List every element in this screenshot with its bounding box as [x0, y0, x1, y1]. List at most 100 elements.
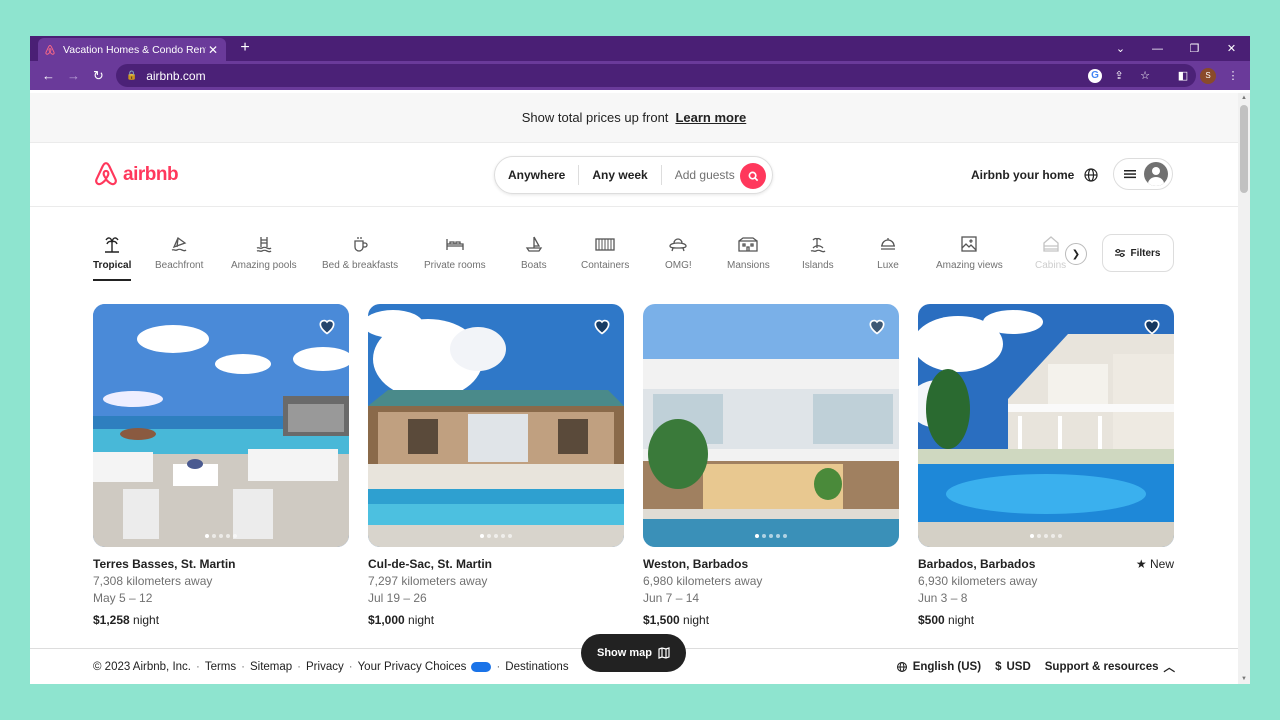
listing-card[interactable]: Weston, Barbados 6,980 kilometers away J…: [643, 304, 899, 627]
category-label: Private rooms: [424, 260, 486, 271]
side-panel-icon[interactable]: ◧: [1172, 65, 1194, 87]
listing-photo[interactable]: [918, 304, 1174, 547]
airbnb-logo[interactable]: airbnb: [93, 161, 179, 189]
globe-icon: [896, 661, 907, 672]
url-text: airbnb.com: [146, 68, 206, 83]
category-mansions[interactable]: Mansions: [727, 233, 770, 271]
category-bar: Tropical Beachfront Amazing pools Bed & …: [30, 207, 1238, 297]
minimize-icon[interactable]: —: [1139, 36, 1176, 61]
browser-tab[interactable]: Vacation Homes & Condo Rentals ✕: [38, 38, 226, 61]
tab-search-icon[interactable]: ⌄: [1102, 36, 1139, 61]
scrollbar-thumb[interactable]: [1240, 105, 1248, 193]
scroll-down-icon[interactable]: ▼: [1238, 676, 1250, 682]
listing-photo[interactable]: [368, 304, 624, 547]
share-icon[interactable]: ⇪: [1110, 67, 1128, 85]
footer-link-privacy-choices[interactable]: Your Privacy Choices: [358, 661, 467, 673]
filters-label: Filters: [1130, 247, 1161, 259]
listing-distance: 6,930 kilometers away: [918, 574, 1038, 588]
sliders-icon: [1115, 249, 1126, 257]
footer-link-sitemap[interactable]: Sitemap: [250, 661, 292, 673]
category-bed-breakfasts[interactable]: Bed & breakfasts: [322, 233, 398, 271]
category-boats[interactable]: Boats: [521, 233, 547, 271]
listing-card[interactable]: Barbados, Barbados ★ New 6,930 kilometers…: [918, 304, 1174, 627]
category-amazing-views[interactable]: Amazing views: [936, 233, 1003, 271]
new-tab-icon[interactable]: +: [236, 39, 254, 57]
modern-villa-photo: [643, 304, 899, 547]
listing-photo[interactable]: [643, 304, 899, 547]
footer-link-destinations[interactable]: Destinations: [505, 661, 568, 673]
listing-grid: Terres Basses, St. Martin 7,308 kilomete…: [30, 297, 1238, 637]
browser-menu-icon[interactable]: ⋮: [1222, 65, 1244, 87]
reload-icon[interactable]: ↻: [86, 63, 111, 88]
search-button[interactable]: [740, 163, 766, 189]
profile-avatar[interactable]: S: [1200, 67, 1216, 84]
back-icon[interactable]: ←: [36, 63, 61, 88]
google-icon[interactable]: G: [1088, 68, 1102, 83]
category-label: Islands: [802, 260, 834, 271]
learn-more-link[interactable]: Learn more: [675, 110, 746, 125]
support-button[interactable]: Support & resources ︿: [1045, 659, 1175, 675]
listing-photo[interactable]: [93, 304, 349, 547]
heart-icon[interactable]: [867, 316, 887, 336]
listing-price: $1,500: [643, 613, 680, 627]
search-bar[interactable]: Anywhere Any week Add guests: [494, 156, 773, 194]
listing-location: Barbados, Barbados: [918, 557, 1036, 571]
close-window-icon[interactable]: ✕: [1213, 36, 1250, 61]
search-when[interactable]: Any week: [579, 168, 660, 182]
category-omg[interactable]: OMG!: [665, 233, 692, 271]
globe-icon[interactable]: [1083, 167, 1099, 183]
listing-card[interactable]: Cul-de-Sac, St. Martin 7,297 kilometers …: [368, 304, 624, 627]
listing-distance: 6,980 kilometers away: [643, 574, 763, 588]
chevron-right-icon[interactable]: ❯: [1065, 243, 1087, 265]
scrollbar[interactable]: ▲ ▼: [1238, 93, 1250, 684]
category-cabins[interactable]: Cabins: [1035, 233, 1066, 271]
user-avatar-icon: [1144, 162, 1168, 186]
cabin-icon: [1040, 233, 1062, 255]
search-who[interactable]: Add guests: [662, 168, 748, 182]
language-button[interactable]: English (US): [896, 661, 981, 673]
map-icon: [658, 647, 670, 659]
price-unit: night: [133, 613, 160, 627]
footer-link-terms[interactable]: Terms: [205, 661, 236, 673]
carousel-dots: [205, 534, 237, 538]
listing-price: $1,000: [368, 613, 405, 627]
filters-button[interactable]: Filters: [1102, 234, 1174, 272]
user-menu-button[interactable]: [1113, 158, 1173, 190]
bed-icon: [444, 233, 466, 255]
listing-dates: Jun 3 – 8: [918, 591, 968, 605]
maximize-icon[interactable]: ❐: [1176, 36, 1213, 61]
close-tab-icon[interactable]: ✕: [206, 43, 220, 57]
listing-card[interactable]: Terres Basses, St. Martin 7,308 kilomete…: [93, 304, 349, 627]
category-islands[interactable]: Islands: [802, 233, 834, 271]
listing-distance: 7,297 kilometers away: [368, 574, 488, 588]
category-luxe[interactable]: Luxe: [877, 233, 899, 271]
category-tropical[interactable]: Tropical: [93, 233, 132, 281]
show-map-button[interactable]: Show map: [581, 634, 686, 672]
category-label: OMG!: [665, 260, 692, 271]
category-label: Bed & breakfasts: [322, 260, 399, 271]
currency-label: USD: [1006, 660, 1031, 673]
host-link[interactable]: Airbnb your home: [971, 168, 1074, 182]
category-beachfront[interactable]: Beachfront: [155, 233, 203, 271]
category-label: Mansions: [727, 260, 770, 271]
heart-icon[interactable]: [592, 316, 612, 336]
heart-icon[interactable]: [317, 316, 337, 336]
heart-icon[interactable]: [1142, 316, 1162, 336]
category-containers[interactable]: Containers: [581, 233, 629, 271]
bookmark-star-icon[interactable]: ☆: [1136, 67, 1154, 85]
airbnb-favicon-icon: [44, 44, 56, 56]
listing-dates: Jun 7 – 14: [643, 591, 700, 605]
currency-button[interactable]: $ USD: [995, 661, 1031, 673]
island-icon: [807, 233, 829, 255]
category-label: Cabins: [1035, 260, 1067, 271]
search-where[interactable]: Anywhere: [495, 168, 578, 182]
forward-icon[interactable]: →: [61, 63, 86, 88]
category-label: Boats: [521, 260, 547, 271]
scroll-up-icon[interactable]: ▲: [1238, 95, 1250, 101]
address-bar[interactable]: 🔒 airbnb.com: [116, 64, 1196, 87]
banner-text: Show total prices up front: [521, 110, 669, 125]
category-private-rooms[interactable]: Private rooms: [424, 233, 486, 271]
airbnb-logo-icon: [95, 162, 117, 186]
footer-link-privacy[interactable]: Privacy: [306, 661, 344, 673]
category-amazing-pools[interactable]: Amazing pools: [231, 233, 297, 271]
